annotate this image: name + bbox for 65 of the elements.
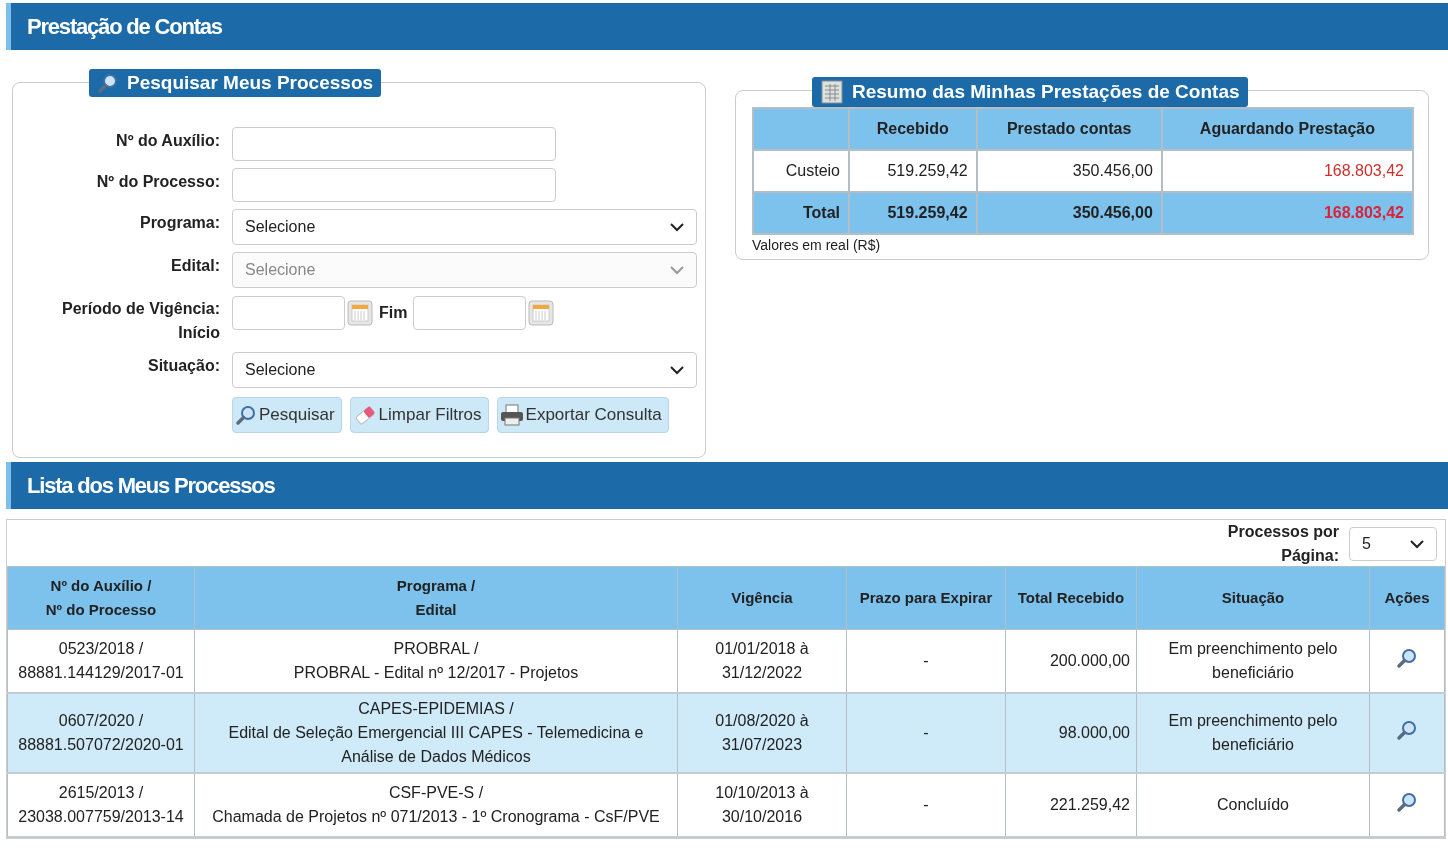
- legend-title: Resumo das Minhas Prestações de Contas: [852, 81, 1240, 103]
- column-header: Situação: [1136, 566, 1370, 630]
- field-label: Programa:: [138, 213, 220, 233]
- calendar-icon[interactable]: [528, 300, 555, 326]
- view-button[interactable]: [1396, 646, 1418, 669]
- start-date-field[interactable]: [232, 296, 345, 330]
- table-cell: CSF-PVE-S / Chamada de Projetos nº 071/2013 - 1º Cronograma - CsF/PVE: [194, 773, 678, 837]
- printer-icon: [499, 404, 524, 426]
- table-cell: 221.259,42: [1005, 773, 1137, 837]
- calendar-icon[interactable]: [347, 300, 373, 326]
- column-header: Prestado contas: [976, 108, 1162, 150]
- end-date-field[interactable]: [413, 296, 527, 330]
- table-cell: 519.259,42: [849, 192, 977, 234]
- column-header: Recebido: [849, 108, 977, 150]
- search-icon: [1396, 718, 1418, 741]
- end-date-label: Fim: [379, 304, 408, 322]
- spreadsheet-icon: [820, 80, 844, 104]
- row-label: Total: [753, 192, 849, 234]
- search-icon: [97, 72, 119, 94]
- select-field[interactable]: Selecione: [232, 209, 697, 245]
- per-page-select[interactable]: 5: [1349, 527, 1437, 561]
- search-icon: [1396, 790, 1418, 813]
- field-label: Nº do Auxílio:: [115, 131, 220, 151]
- column-header: Ações: [1369, 566, 1445, 630]
- column-header: Nº do Auxílio / Nº do Processo: [7, 566, 195, 630]
- legend-title: Pesquisar Meus Processos: [127, 72, 374, 94]
- eraser-button[interactable]: Limpar Filtros: [349, 397, 489, 433]
- table-cell: -: [846, 773, 1006, 837]
- column-header: Aguardando Prestação: [1161, 108, 1413, 150]
- chevron-icon: [670, 222, 684, 232]
- field-label: Nº do Processo:: [95, 172, 220, 192]
- per-page-label: Processos por Página:: [1227, 522, 1339, 566]
- column-header: Total Recebido: [1005, 566, 1137, 630]
- table-cell: -: [846, 693, 1006, 773]
- currency-note: Valores em real (R$): [752, 237, 881, 253]
- printer-button[interactable]: Exportar Consulta: [496, 397, 669, 433]
- table-cell: 98.000,00: [1005, 693, 1137, 773]
- table-cell: 01/08/2020 à 31/07/2023: [677, 693, 847, 773]
- view-button[interactable]: [1396, 718, 1418, 741]
- search-icon: [235, 404, 257, 426]
- view-button[interactable]: [1396, 790, 1418, 813]
- field-label: Situação:: [147, 356, 220, 376]
- chevron-icon: [670, 265, 684, 275]
- search-icon: [1396, 646, 1418, 669]
- section-title: Lista dos Meus Processos: [6, 462, 1448, 509]
- column-header: Vigência: [677, 566, 847, 630]
- column-header: Prazo para Expirar: [846, 566, 1006, 630]
- table-cell: Em preenchimento pelo beneficiário: [1136, 693, 1370, 773]
- table-cell: 168.803,42: [1161, 192, 1413, 234]
- table-cell: 10/10/2013 à 30/10/2016: [677, 773, 847, 837]
- column-header: Programa / Edital: [194, 566, 678, 630]
- table-cell: 350.456,00: [976, 192, 1162, 234]
- table-cell: Concluído: [1136, 773, 1370, 837]
- chevron-icon: [1410, 539, 1424, 549]
- chevron-icon: [670, 365, 684, 375]
- table-cell: 2615/2013 / 23038.007759/2013-14: [7, 773, 195, 837]
- search-button[interactable]: Pesquisar: [232, 397, 342, 433]
- text-field[interactable]: [232, 127, 556, 161]
- text-field[interactable]: [232, 168, 556, 202]
- select-field[interactable]: Selecione: [232, 352, 697, 388]
- table-cell: 0607/2020 / 88881.507072/2020-01: [7, 693, 195, 773]
- table-cell: CAPES-EPIDEMIAS / Edital de Seleção Emergencial III CAPES - Telemedicina e Análise de Dados Médicos: [194, 693, 678, 773]
- page-title: Prestação de Contas: [6, 3, 1448, 50]
- field-label: Edital:: [170, 256, 220, 276]
- field-label: Período de Vigência: Início: [61, 299, 220, 343]
